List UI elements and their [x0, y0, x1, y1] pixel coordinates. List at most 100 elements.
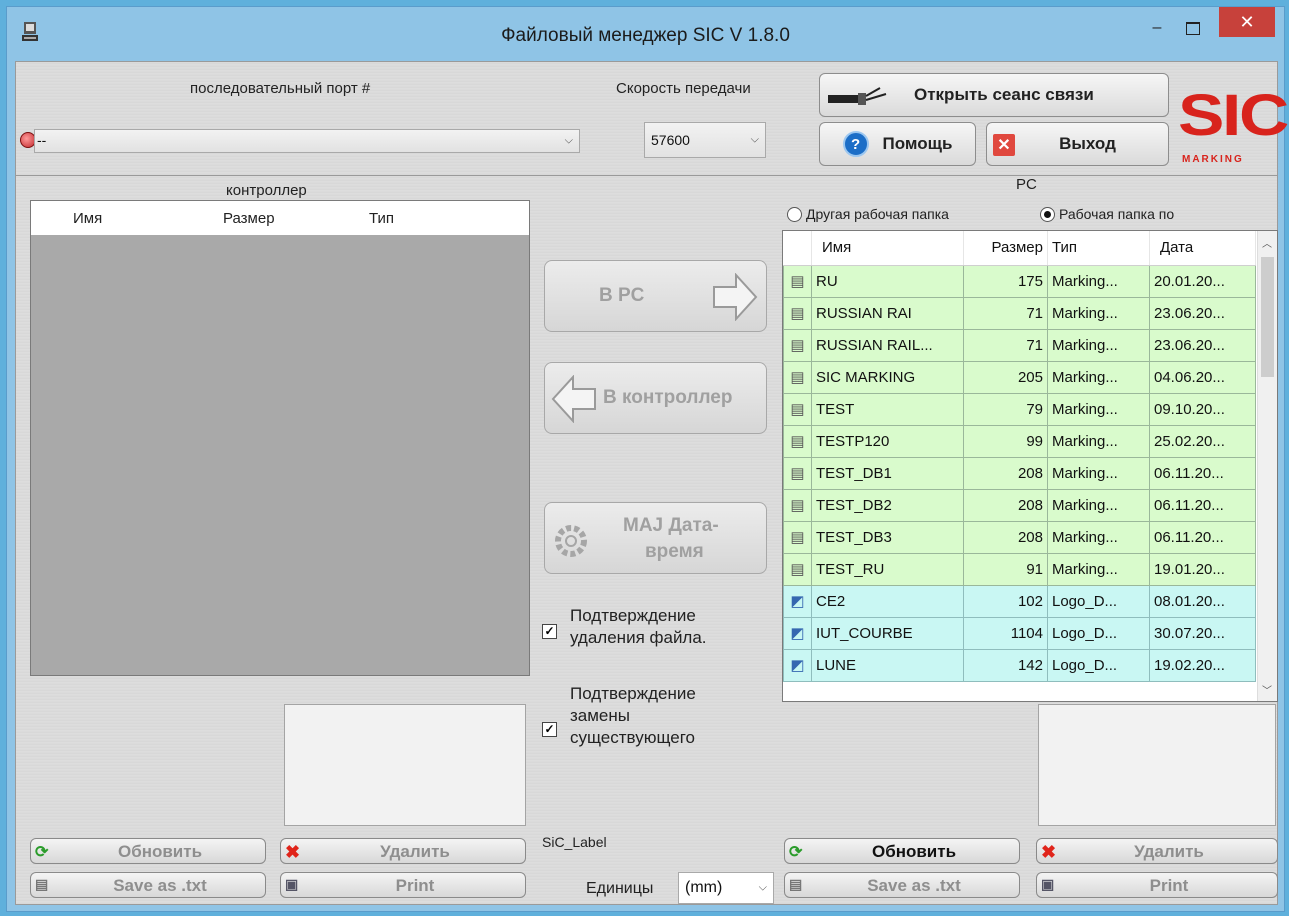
- pc-list-scrollbar[interactable]: ︿ ﹀: [1257, 231, 1277, 701]
- column-name[interactable]: Имя: [73, 210, 102, 227]
- controller-info-box[interactable]: [284, 704, 526, 826]
- column-size[interactable]: Размер: [223, 210, 275, 227]
- scrollbar-thumb[interactable]: [1261, 257, 1274, 377]
- file-size: 1104: [963, 616, 1048, 650]
- controller-save-label: Save as .txt: [113, 876, 207, 895]
- pc-title: PC: [1016, 176, 1037, 193]
- column-size[interactable]: Размер: [963, 231, 1048, 266]
- text-file-icon: ▤: [783, 328, 812, 362]
- units-label: Единицы: [586, 880, 654, 897]
- column-date[interactable]: Дата: [1149, 231, 1256, 266]
- file-type: Marking...: [1047, 488, 1150, 522]
- controller-save-button[interactable]: ▤ Save as .txt: [30, 872, 266, 898]
- file-size: 142: [963, 648, 1048, 682]
- file-type: Marking...: [1047, 456, 1150, 490]
- controller-list-body: [31, 235, 529, 675]
- table-row[interactable]: ▤ TESTP120 99 Marking... 25.02.20...: [783, 424, 1256, 458]
- to-pc-label: В PC: [599, 285, 645, 306]
- controller-delete-button[interactable]: ✖ Удалить: [280, 838, 526, 864]
- table-row[interactable]: ▤ TEST_DB1 208 Marking... 06.11.20...: [783, 456, 1256, 490]
- to-pc-button[interactable]: В PC: [544, 260, 767, 332]
- scroll-down-icon[interactable]: ﹀: [1262, 682, 1272, 697]
- controller-refresh-button[interactable]: ⟳ Обновить: [30, 838, 266, 864]
- maximize-button[interactable]: [1175, 13, 1211, 43]
- close-button[interactable]: ✕: [1219, 7, 1275, 37]
- units-select[interactable]: (mm) ⌵: [678, 872, 774, 904]
- controller-list-header: Имя Размер Тип: [31, 201, 529, 236]
- column-type[interactable]: Тип: [1047, 231, 1150, 266]
- speed-label: Скорость передачи: [616, 80, 751, 97]
- table-row[interactable]: ▤ TEST_RU 91 Marking... 19.01.20...: [783, 552, 1256, 586]
- confirm-replace-label-3: существующего: [570, 728, 695, 747]
- table-row[interactable]: ▤ SIC MARKING 205 Marking... 04.06.20...: [783, 360, 1256, 394]
- file-type: Marking...: [1047, 392, 1150, 426]
- pc-refresh-button[interactable]: ⟳ Обновить: [784, 838, 1020, 864]
- sic-logo: SIC MARKING: [1174, 70, 1289, 170]
- column-icon: [783, 231, 812, 266]
- file-name: RUSSIAN RAI: [811, 296, 964, 330]
- exit-icon: ✕: [993, 134, 1015, 156]
- file-size: 71: [963, 296, 1048, 330]
- table-row[interactable]: ◩ IUT_COURBE 1104 Logo_D... 30.07.20...: [783, 616, 1256, 650]
- table-row[interactable]: ▤ TEST_DB2 208 Marking... 06.11.20...: [783, 488, 1256, 522]
- pc-save-button[interactable]: ▤ Save as .txt: [784, 872, 1020, 898]
- table-row[interactable]: ▤ RU 175 Marking... 20.01.20...: [783, 264, 1256, 298]
- column-name[interactable]: Имя: [811, 231, 964, 266]
- file-name: TEST_DB3: [811, 520, 964, 554]
- file-date: 19.01.20...: [1149, 552, 1256, 586]
- file-date: 08.01.20...: [1149, 584, 1256, 618]
- pc-delete-button[interactable]: ✖ Удалить: [1036, 838, 1278, 864]
- file-date: 30.07.20...: [1149, 616, 1256, 650]
- controller-file-list[interactable]: Имя Размер Тип: [30, 200, 530, 676]
- table-row[interactable]: ▤ RUSSIAN RAIL... 71 Marking... 23.06.20...: [783, 328, 1256, 362]
- table-row[interactable]: ◩ CE2 102 Logo_D... 08.01.20...: [783, 584, 1256, 618]
- file-name: TEST_DB2: [811, 488, 964, 522]
- divider: [16, 175, 1277, 176]
- refresh-icon: ⟳: [35, 844, 49, 861]
- logo-file-icon: ◩: [783, 584, 812, 618]
- file-date: 25.02.20...: [1149, 424, 1256, 458]
- file-name: SIC MARKING: [811, 360, 964, 394]
- printer-icon: ▣: [285, 876, 299, 892]
- file-date: 04.06.20...: [1149, 360, 1256, 394]
- table-row[interactable]: ▤ TEST_DB3 208 Marking... 06.11.20...: [783, 520, 1256, 554]
- table-row[interactable]: ◩ LUNE 142 Logo_D... 19.02.20...: [783, 648, 1256, 682]
- radio-other-folder[interactable]: [787, 207, 802, 222]
- radio-default-folder[interactable]: [1040, 207, 1055, 222]
- speed-select[interactable]: 57600 ⌵: [644, 122, 766, 158]
- file-date: 06.11.20...: [1149, 488, 1256, 522]
- file-type: Marking...: [1047, 296, 1150, 330]
- text-file-icon: ▤: [783, 424, 812, 458]
- chevron-down-icon: ⌵: [758, 881, 767, 894]
- pc-info-box[interactable]: [1038, 704, 1276, 826]
- radio-default-folder-label: Рабочая папка по: [1059, 206, 1175, 222]
- file-name: IUT_COURBE: [811, 616, 964, 650]
- file-type: Logo_D...: [1047, 584, 1150, 618]
- file-size: 102: [963, 584, 1048, 618]
- exit-button[interactable]: ✕ Выход: [986, 122, 1169, 166]
- table-row[interactable]: ▤ RUSSIAN RAI 71 Marking... 23.06.20...: [783, 296, 1256, 330]
- pc-file-list[interactable]: Имя Размер Тип Дата ▤ RU 175 Marking... 20.0…: [782, 230, 1278, 702]
- file-date: 19.02.20...: [1149, 648, 1256, 682]
- table-row[interactable]: ▤ TEST 79 Marking... 09.10.20...: [783, 392, 1256, 426]
- minimize-button[interactable]: ‒: [1139, 13, 1175, 43]
- scroll-up-icon[interactable]: ︿: [1262, 235, 1272, 250]
- controller-print-button[interactable]: ▣ Print: [280, 872, 526, 898]
- file-type: Marking...: [1047, 552, 1150, 586]
- port-select[interactable]: -- ⌵: [34, 129, 580, 153]
- confirm-replace-checkbox[interactable]: ✓: [542, 722, 557, 737]
- serial-cable-icon: [828, 87, 887, 105]
- maj-datetime-button[interactable]: MAJ Дата- время: [544, 502, 767, 574]
- maximize-icon: [1186, 21, 1200, 35]
- file-size: 205: [963, 360, 1048, 394]
- help-button[interactable]: ? Помощь: [819, 122, 976, 166]
- column-type[interactable]: Тип: [369, 210, 394, 227]
- open-session-button[interactable]: Открыть сеанс связи: [819, 73, 1169, 117]
- to-controller-button[interactable]: В контроллер: [544, 362, 767, 434]
- file-type: Marking...: [1047, 264, 1150, 298]
- arrow-left-icon: [551, 375, 596, 423]
- pc-save-label: Save as .txt: [867, 876, 961, 895]
- file-type: Marking...: [1047, 520, 1150, 554]
- pc-print-button[interactable]: ▣ Print: [1036, 872, 1278, 898]
- confirm-delete-checkbox[interactable]: ✓: [542, 624, 557, 639]
